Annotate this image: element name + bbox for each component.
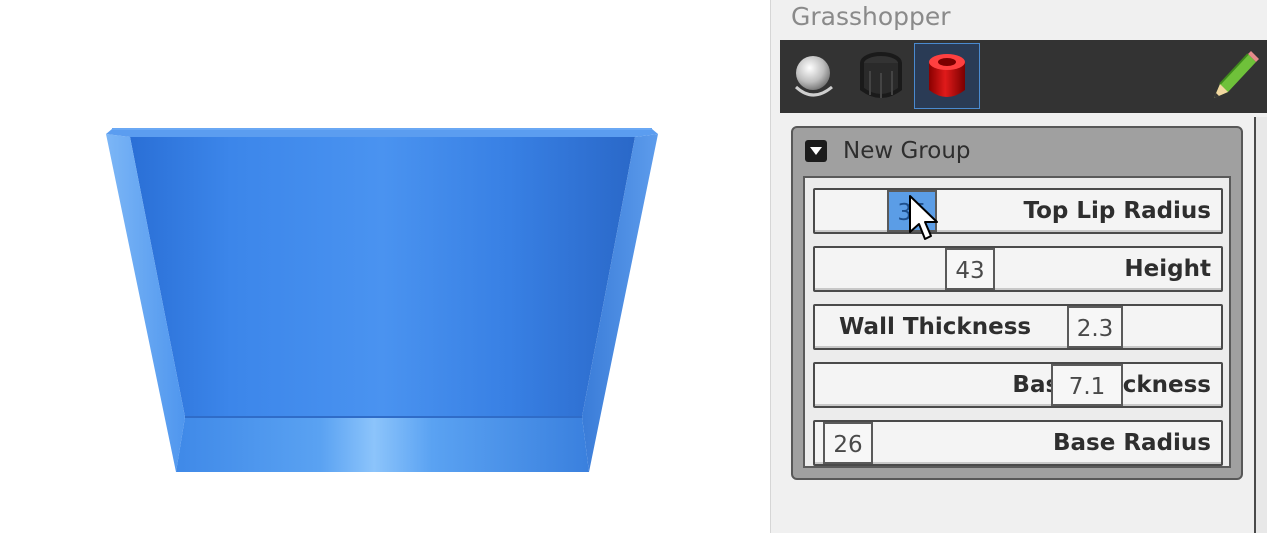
wireframe-preview-icon[interactable] bbox=[848, 43, 914, 109]
slider-stack: Top Lip Radius 35 Height 43 Wall Thickne… bbox=[803, 176, 1231, 468]
preview-toolbar bbox=[780, 40, 1267, 113]
slider-base-thickness[interactable]: Base Thickness 7.1 bbox=[813, 362, 1223, 408]
mouse-cursor-icon bbox=[909, 195, 938, 240]
slider-grip[interactable]: 2.3 bbox=[1067, 306, 1123, 348]
slider-label: Base Radius bbox=[1053, 430, 1211, 456]
slider-grip[interactable]: 7.1 bbox=[1051, 364, 1123, 406]
shaded-preview-icon[interactable] bbox=[914, 43, 980, 109]
grasshopper-panel: Grasshopper New Group Top Lip Radius Hei… bbox=[770, 0, 1267, 533]
slider-label: Wall Thickness bbox=[839, 314, 1032, 340]
cup-model bbox=[106, 128, 658, 472]
slider-wall-thickness[interactable]: Wall Thickness 2.3 bbox=[813, 304, 1223, 350]
slider-label: Top Lip Radius bbox=[1023, 198, 1211, 224]
slider-grip[interactable]: 43 bbox=[945, 248, 995, 290]
slider-top-lip-radius[interactable]: Top Lip Radius 35 bbox=[813, 188, 1223, 234]
canvas-edge-scrollbar[interactable] bbox=[1254, 117, 1267, 533]
slider-label: Height bbox=[1124, 256, 1211, 282]
group-header: New Group bbox=[805, 136, 971, 166]
slider-height[interactable]: Height 43 bbox=[813, 246, 1223, 292]
slider-base-radius[interactable]: Base Radius 26 bbox=[813, 420, 1223, 466]
slider-group[interactable]: New Group Top Lip Radius 35 Height 43 Wa… bbox=[791, 126, 1243, 480]
pencil-icon[interactable] bbox=[1204, 46, 1264, 106]
panel-title: Grasshopper bbox=[791, 2, 951, 31]
group-title: New Group bbox=[843, 138, 971, 164]
slider-grip[interactable]: 26 bbox=[823, 422, 873, 464]
sphere-preview-icon[interactable] bbox=[782, 43, 848, 109]
chevron-down-icon[interactable] bbox=[805, 140, 827, 162]
3d-viewport[interactable] bbox=[0, 0, 770, 533]
